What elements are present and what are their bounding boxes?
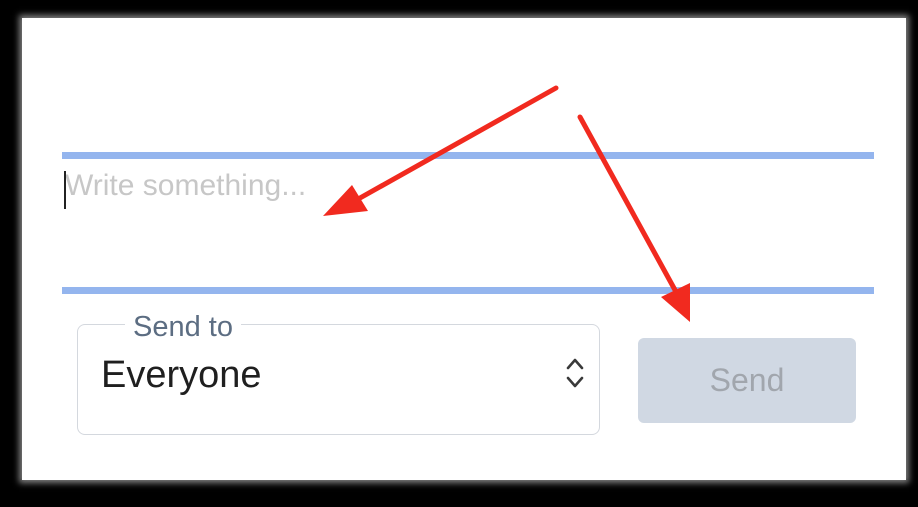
message-composer	[62, 152, 874, 294]
send-to-select[interactable]: Send to Everyone	[77, 310, 600, 435]
text-caret	[64, 171, 66, 209]
message-input[interactable]	[62, 159, 874, 287]
message-panel: Send to Everyone Send	[22, 18, 906, 480]
chevron-up-down-icon[interactable]	[564, 354, 586, 392]
send-to-selected-value[interactable]: Everyone	[101, 354, 262, 397]
send-button[interactable]: Send	[638, 338, 856, 423]
send-to-label: Send to	[125, 310, 241, 344]
